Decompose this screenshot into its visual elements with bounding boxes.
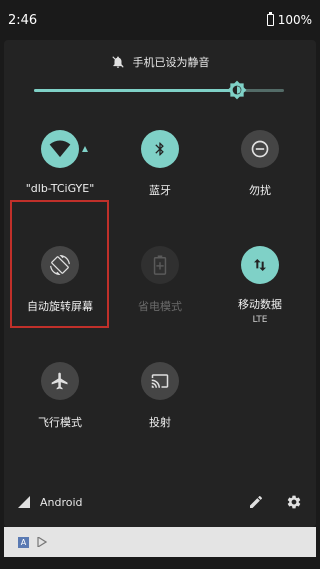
settings-gear-icon[interactable] [286,494,302,510]
edit-icon[interactable] [248,494,264,510]
cast-label: 投射 [149,416,171,429]
mobile-data-icon [254,259,266,271]
brightness-fill [34,89,237,92]
dnd-icon [251,140,269,158]
battery-icon [266,12,274,26]
battery-saver-label: 省电模式 [138,300,182,313]
battery-saver-icon [153,255,167,275]
wifi-icon [49,140,71,158]
wifi-label: "dlb-TCiGYE" [25,182,95,195]
bluetooth-tile-circle[interactable] [141,130,179,168]
airplane-tile[interactable]: 飞行模式 [10,362,110,462]
cast-icon [151,374,169,388]
battery-level: 100% [277,13,312,27]
cell-signal-icon [18,496,30,508]
wifi-expand-icon [82,146,88,152]
bluetooth-icon [155,142,164,156]
status-bar: 2:46 100% [0,0,320,40]
dnd-tile[interactable]: 勿扰 [210,130,310,230]
airplane-icon [51,372,68,390]
airplane-label: 飞行模式 [38,416,82,429]
silent-mode-row[interactable]: 手机已设为静音 [4,52,316,72]
mobile-data-tile-circle[interactable] [241,246,279,284]
mobile-data-network-type: LTE [252,315,268,325]
clock: 2:46 [8,12,38,28]
bottom-bar: Android [4,484,316,520]
cast-tile[interactable]: 投射 [110,362,210,462]
wifi-tile-circle[interactable] [41,130,79,168]
battery-saver-tile-circle[interactable] [141,246,179,284]
brightness-icon[interactable] [227,80,247,100]
background-app-strip: A [4,527,316,557]
battery-saver-tile[interactable]: 省电模式 [110,246,210,346]
bluetooth-tile[interactable]: 蓝牙 [110,130,210,230]
mobile-data-label: 移动数据 [238,298,282,311]
app-badge: A [18,536,29,548]
carrier-name: Android [40,495,83,509]
dnd-label: 勿扰 [249,184,271,197]
play-store-icon [37,537,47,547]
silent-mode-label: 手机已设为静音 [132,56,210,69]
status-right: 100% [266,12,312,27]
dnd-tile-circle[interactable] [241,130,279,168]
highlight-box [10,200,109,328]
cast-tile-circle[interactable] [141,362,179,400]
mobile-data-tile[interactable]: 移动数据 LTE [210,246,310,346]
bluetooth-label: 蓝牙 [149,184,171,197]
brightness-slider[interactable] [34,80,284,100]
bell-off-icon [111,56,124,68]
airplane-tile-circle[interactable] [41,362,79,400]
